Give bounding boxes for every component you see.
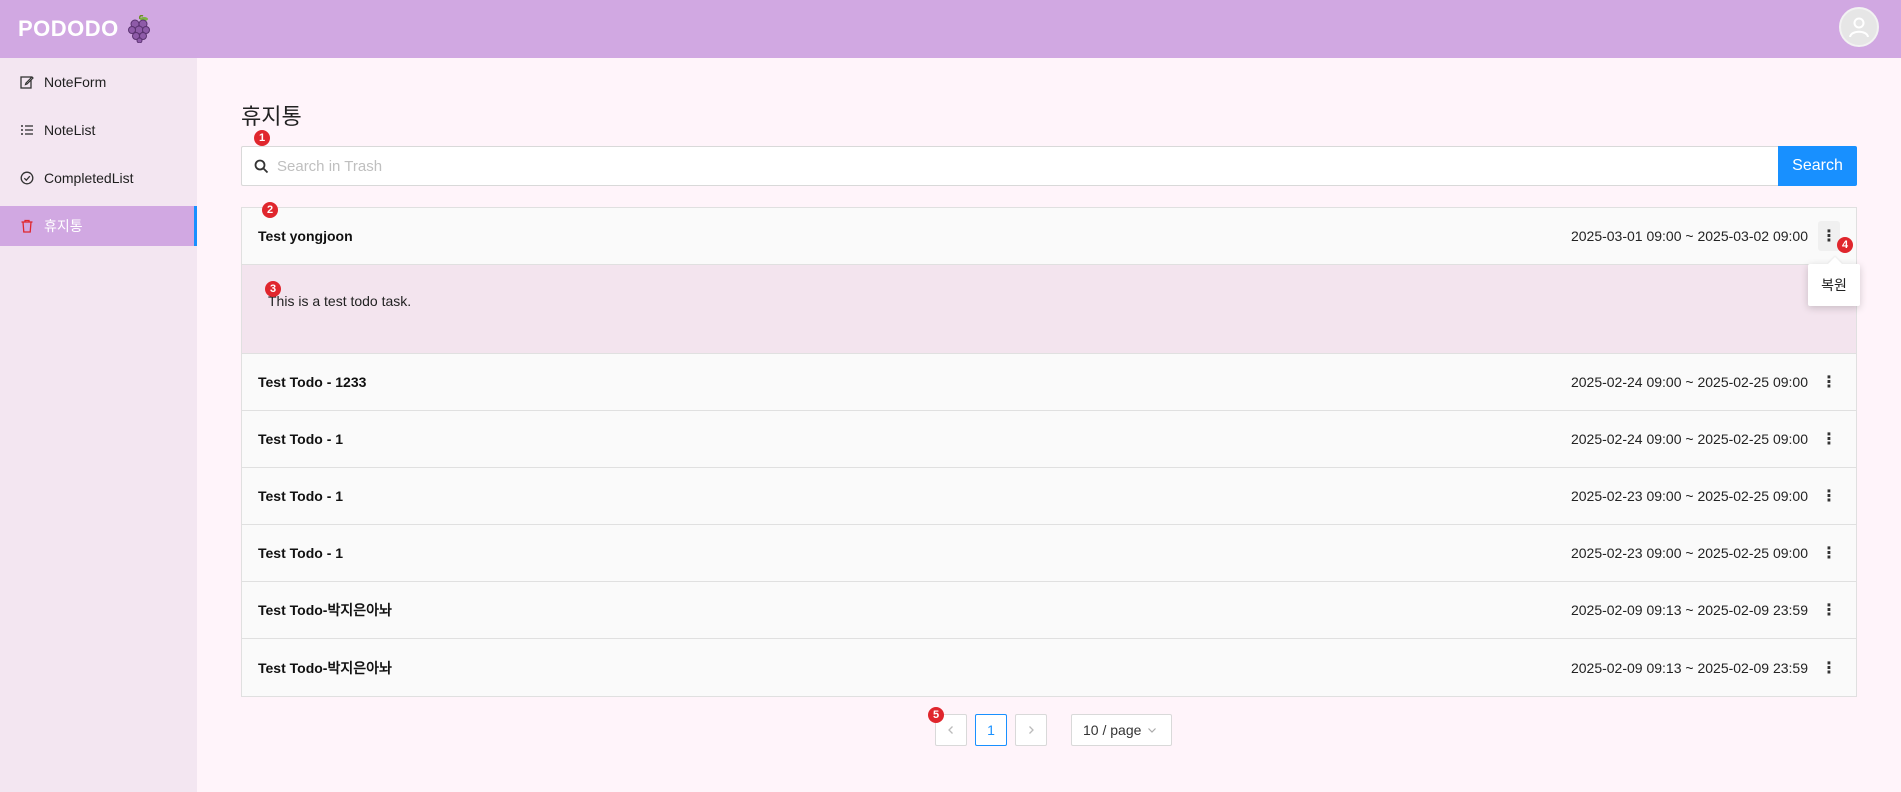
pagination: 1 10 / page bbox=[935, 714, 1172, 746]
page-size-value: 10 / page bbox=[1083, 722, 1142, 738]
item-date: 2025-02-24 09:00 ~ 2025-02-25 09:00 bbox=[1570, 374, 1808, 390]
page-size-select[interactable]: 10 / page bbox=[1071, 714, 1172, 746]
list-item[interactable]: Test Todo - 1 2025-02-23 09:00 ~ 2025-02… bbox=[242, 468, 1856, 525]
annotation-marker: 4 bbox=[1837, 237, 1853, 253]
search-bar: Search bbox=[241, 146, 1857, 186]
item-title: Test Todo - 1233 bbox=[258, 374, 367, 390]
restore-option[interactable]: 복원 bbox=[1821, 275, 1847, 295]
user-icon bbox=[1849, 17, 1869, 38]
page-number-button[interactable]: 1 bbox=[975, 714, 1007, 746]
sidebar-item-label: CompletedList bbox=[44, 170, 134, 186]
logo[interactable]: PODODO bbox=[18, 15, 153, 43]
item-detail: This is a test todo task. bbox=[242, 265, 1856, 354]
more-icon[interactable]: ⋮ bbox=[1818, 481, 1840, 511]
edit-icon bbox=[20, 75, 34, 89]
list-item[interactable]: Test Todo - 1 2025-02-24 09:00 ~ 2025-02… bbox=[242, 411, 1856, 468]
more-icon[interactable]: ⋮ bbox=[1818, 538, 1840, 568]
trash-icon bbox=[20, 219, 34, 233]
main-content: 휴지통 Search Test yongjoon 2025-03-01 09:0… bbox=[241, 100, 1857, 697]
annotation-marker: 5 bbox=[928, 707, 944, 723]
grape-icon bbox=[127, 15, 150, 43]
more-icon[interactable]: ⋮ bbox=[1818, 595, 1840, 625]
search-box bbox=[241, 146, 1778, 186]
search-icon bbox=[254, 159, 269, 173]
list-item[interactable]: Test Todo-박지은아놔 2025-02-09 09:13 ~ 2025-… bbox=[242, 582, 1856, 639]
chevron-down-icon bbox=[1148, 728, 1157, 733]
item-description: This is a test todo task. bbox=[268, 293, 412, 309]
item-title: Test yongjoon bbox=[258, 228, 353, 244]
logo-text: PODODO bbox=[18, 16, 119, 41]
item-title: Test Todo - 1 bbox=[258, 545, 344, 561]
annotation-marker: 3 bbox=[265, 281, 281, 297]
item-title: Test Todo-박지은아놔 bbox=[258, 659, 392, 676]
search-input[interactable] bbox=[277, 148, 1778, 184]
item-date: 2025-02-23 09:00 ~ 2025-02-25 09:00 bbox=[1570, 545, 1808, 561]
list-icon bbox=[20, 123, 34, 137]
item-date: 2025-02-09 09:13 ~ 2025-02-09 23:59 bbox=[1570, 659, 1808, 676]
item-date: 2025-02-24 09:00 ~ 2025-02-25 09:00 bbox=[1570, 431, 1808, 447]
sidebar: NoteForm NoteList CompletedList 휴지통 bbox=[0, 58, 197, 792]
item-title: Test Todo - 1 bbox=[258, 488, 344, 504]
next-page-button[interactable] bbox=[1015, 714, 1047, 746]
annotation-marker: 2 bbox=[262, 202, 278, 218]
item-date: 2025-02-23 09:00 ~ 2025-02-25 09:00 bbox=[1570, 488, 1808, 504]
sidebar-item-label: NoteForm bbox=[44, 74, 107, 90]
item-date: 2025-02-09 09:13 ~ 2025-02-09 23:59 bbox=[1570, 602, 1808, 618]
sidebar-item-noteform[interactable]: NoteForm bbox=[0, 62, 197, 102]
avatar[interactable] bbox=[1839, 7, 1879, 47]
sidebar-item-trash[interactable]: 휴지통 bbox=[0, 206, 197, 246]
item-date: 2025-03-01 09:00 ~ 2025-03-02 09:00 bbox=[1570, 228, 1808, 244]
annotation-marker: 1 bbox=[254, 130, 270, 146]
list-item[interactable]: Test Todo - 1 2025-02-23 09:00 ~ 2025-02… bbox=[242, 525, 1856, 582]
search-button[interactable]: Search bbox=[1778, 146, 1857, 186]
list-item[interactable]: Test Todo - 1233 2025-02-24 09:00 ~ 2025… bbox=[242, 354, 1856, 411]
list-item[interactable]: Test Todo-박지은아놔 2025-02-09 09:13 ~ 2025-… bbox=[242, 639, 1856, 696]
check-circle-icon bbox=[20, 171, 34, 185]
chevron-left-icon bbox=[948, 726, 953, 734]
sidebar-item-label: NoteList bbox=[44, 122, 96, 138]
app-header: PODODO bbox=[0, 0, 1901, 58]
more-icon[interactable]: ⋮ bbox=[1818, 367, 1840, 397]
page-title: 휴지통 bbox=[241, 104, 302, 129]
sidebar-item-notelist[interactable]: NoteList bbox=[0, 110, 197, 150]
list-item[interactable]: Test yongjoon 2025-03-01 09:00 ~ 2025-03… bbox=[242, 208, 1856, 265]
item-title: Test Todo-박지은아놔 bbox=[258, 602, 392, 618]
restore-popover[interactable]: 복원 bbox=[1808, 264, 1860, 306]
item-title: Test Todo - 1 bbox=[258, 431, 344, 447]
chevron-right-icon bbox=[1029, 726, 1034, 734]
more-icon[interactable]: ⋮ bbox=[1818, 653, 1840, 683]
trash-list: Test yongjoon 2025-03-01 09:00 ~ 2025-03… bbox=[241, 207, 1857, 697]
sidebar-item-completedlist[interactable]: CompletedList bbox=[0, 158, 197, 198]
sidebar-item-label: 휴지통 bbox=[44, 218, 83, 234]
more-icon[interactable]: ⋮ bbox=[1818, 424, 1840, 454]
